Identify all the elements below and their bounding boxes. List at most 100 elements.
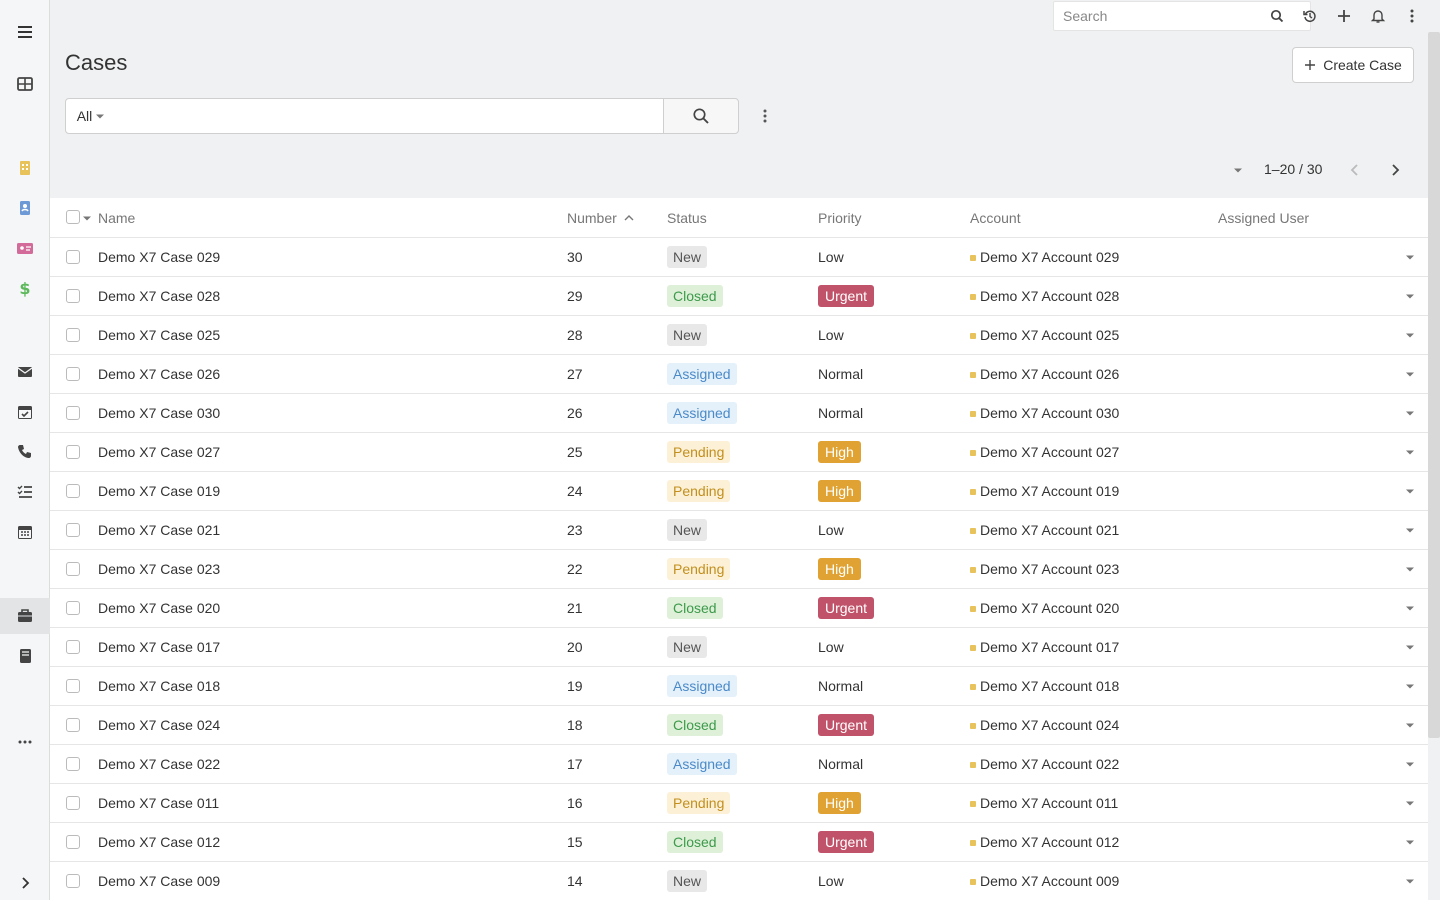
grid-icon[interactable] — [0, 66, 50, 102]
bell-icon[interactable] — [1366, 4, 1390, 28]
id-card-icon[interactable] — [0, 230, 50, 266]
case-name-link[interactable]: Demo X7 Case 024 — [98, 717, 220, 733]
account-link[interactable]: Demo X7 Account 026 — [980, 366, 1119, 382]
row-checkbox[interactable] — [66, 445, 80, 459]
column-header-account[interactable]: Account — [970, 210, 1021, 226]
envelope-icon[interactable] — [0, 354, 50, 390]
kebab-icon[interactable] — [1400, 4, 1424, 28]
case-name-link[interactable]: Demo X7 Case 017 — [98, 639, 220, 655]
account-link[interactable]: Demo X7 Account 024 — [980, 717, 1119, 733]
row-checkbox[interactable] — [66, 484, 80, 498]
more-icon[interactable] — [0, 724, 50, 760]
column-header-priority[interactable]: Priority — [818, 210, 862, 226]
row-actions-caret-icon[interactable] — [1403, 835, 1417, 849]
table-row[interactable]: Demo X7 Case 022 17 Assigned Normal Demo X7 … — [50, 745, 1428, 784]
row-checkbox[interactable] — [66, 757, 80, 771]
table-row[interactable]: Demo X7 Case 026 27 Assigned Normal Demo X7 … — [50, 355, 1428, 394]
row-actions-caret-icon[interactable] — [1403, 640, 1417, 654]
account-link[interactable]: Demo X7 Account 025 — [980, 327, 1119, 343]
table-row[interactable]: Demo X7 Case 009 14 New Low Demo X7 Account … — [50, 862, 1428, 900]
case-name-link[interactable]: Demo X7 Case 028 — [98, 288, 220, 304]
case-name-link[interactable]: Demo X7 Case 019 — [98, 483, 220, 499]
row-checkbox[interactable] — [66, 328, 80, 342]
calendar-icon[interactable] — [0, 514, 50, 550]
row-actions-caret-icon[interactable] — [1403, 328, 1417, 342]
table-row[interactable]: Demo X7 Case 025 28 New Low Demo X7 Account … — [50, 316, 1428, 355]
row-checkbox[interactable] — [66, 367, 80, 381]
account-link[interactable]: Demo X7 Account 020 — [980, 600, 1119, 616]
row-checkbox[interactable] — [66, 796, 80, 810]
column-header-assigned-user[interactable]: Assigned User — [1218, 210, 1309, 226]
account-link[interactable]: Demo X7 Account 028 — [980, 288, 1119, 304]
row-checkbox[interactable] — [66, 679, 80, 693]
table-row[interactable]: Demo X7 Case 028 29 Closed Urgent Demo X7 Ac… — [50, 277, 1428, 316]
table-row[interactable]: Demo X7 Case 019 24 Pending High Demo X7 Acc… — [50, 472, 1428, 511]
filter-options-kebab-icon[interactable] — [753, 104, 777, 128]
next-page-icon[interactable] — [1383, 158, 1407, 182]
table-row[interactable]: Demo X7 Case 020 21 Closed Urgent Demo X7 Ac… — [50, 589, 1428, 628]
account-link[interactable]: Demo X7 Account 017 — [980, 639, 1119, 655]
column-header-number[interactable]: Number — [567, 210, 617, 226]
case-name-link[interactable]: Demo X7 Case 018 — [98, 678, 220, 694]
column-header-status[interactable]: Status — [667, 210, 707, 226]
plus-icon[interactable] — [1332, 4, 1356, 28]
row-actions-caret-icon[interactable] — [1403, 523, 1417, 537]
table-row[interactable]: Demo X7 Case 030 26 Assigned Normal Demo X7 … — [50, 394, 1428, 433]
account-link[interactable]: Demo X7 Account 030 — [980, 405, 1119, 421]
row-actions-caret-icon[interactable] — [1403, 367, 1417, 381]
row-actions-caret-icon[interactable] — [1403, 718, 1417, 732]
table-row[interactable]: Demo X7 Case 012 15 Closed Urgent Demo X7 Ac… — [50, 823, 1428, 862]
book-icon[interactable] — [0, 638, 50, 674]
previous-page-icon[interactable] — [1343, 158, 1367, 182]
table-row[interactable]: Demo X7 Case 018 19 Assigned Normal Demo X7 … — [50, 667, 1428, 706]
case-name-link[interactable]: Demo X7 Case 029 — [98, 249, 220, 265]
page-size-caret-icon[interactable] — [1228, 160, 1248, 180]
table-row[interactable]: Demo X7 Case 029 30 New Low Demo X7 Account … — [50, 238, 1428, 277]
building-icon[interactable] — [0, 150, 50, 186]
row-checkbox[interactable] — [66, 406, 80, 420]
calendar-check-icon[interactable] — [0, 394, 50, 430]
row-checkbox[interactable] — [66, 835, 80, 849]
row-checkbox[interactable] — [66, 718, 80, 732]
row-actions-caret-icon[interactable] — [1403, 757, 1417, 771]
case-name-link[interactable]: Demo X7 Case 012 — [98, 834, 220, 850]
row-actions-caret-icon[interactable] — [1403, 601, 1417, 615]
text-filter-input[interactable] — [115, 98, 664, 134]
account-link[interactable]: Demo X7 Account 019 — [980, 483, 1119, 499]
case-name-link[interactable]: Demo X7 Case 026 — [98, 366, 220, 382]
table-row[interactable]: Demo X7 Case 011 16 Pending High Demo X7 Acc… — [50, 784, 1428, 823]
row-actions-caret-icon[interactable] — [1403, 484, 1417, 498]
row-actions-caret-icon[interactable] — [1403, 562, 1417, 576]
row-actions-caret-icon[interactable] — [1403, 250, 1417, 264]
table-row[interactable]: Demo X7 Case 027 25 Pending High Demo X7 Acc… — [50, 433, 1428, 472]
case-name-link[interactable]: Demo X7 Case 009 — [98, 873, 220, 889]
scrollbar[interactable] — [1428, 32, 1440, 738]
create-case-button[interactable]: Create Case — [1292, 47, 1414, 83]
table-row[interactable]: Demo X7 Case 021 23 New Low Demo X7 Account … — [50, 511, 1428, 550]
row-checkbox[interactable] — [66, 289, 80, 303]
row-actions-caret-icon[interactable] — [1403, 796, 1417, 810]
briefcase-icon[interactable] — [0, 598, 50, 634]
chevron-right-icon[interactable] — [0, 865, 50, 900]
select-all-checkbox[interactable] — [66, 210, 80, 224]
menu-icon[interactable] — [0, 14, 50, 50]
account-link[interactable]: Demo X7 Account 018 — [980, 678, 1119, 694]
row-checkbox[interactable] — [66, 523, 80, 537]
phone-icon[interactable] — [0, 434, 50, 470]
case-name-link[interactable]: Demo X7 Case 021 — [98, 522, 220, 538]
row-actions-caret-icon[interactable] — [1403, 874, 1417, 888]
tasks-icon[interactable] — [0, 474, 50, 510]
table-row[interactable]: Demo X7 Case 023 22 Pending High Demo X7 Acc… — [50, 550, 1428, 589]
row-actions-caret-icon[interactable] — [1403, 445, 1417, 459]
account-link[interactable]: Demo X7 Account 011 — [980, 795, 1118, 811]
dollar-icon[interactable]: $ — [0, 270, 50, 306]
column-header-name[interactable]: Name — [98, 210, 135, 226]
account-link[interactable]: Demo X7 Account 027 — [980, 444, 1119, 460]
table-row[interactable]: Demo X7 Case 024 18 Closed Urgent Demo X7 Ac… — [50, 706, 1428, 745]
row-actions-caret-icon[interactable] — [1403, 289, 1417, 303]
case-name-link[interactable]: Demo X7 Case 022 — [98, 756, 220, 772]
account-link[interactable]: Demo X7 Account 023 — [980, 561, 1119, 577]
table-row[interactable]: Demo X7 Case 017 20 New Low Demo X7 Account … — [50, 628, 1428, 667]
case-name-link[interactable]: Demo X7 Case 025 — [98, 327, 220, 343]
row-actions-caret-icon[interactable] — [1403, 679, 1417, 693]
